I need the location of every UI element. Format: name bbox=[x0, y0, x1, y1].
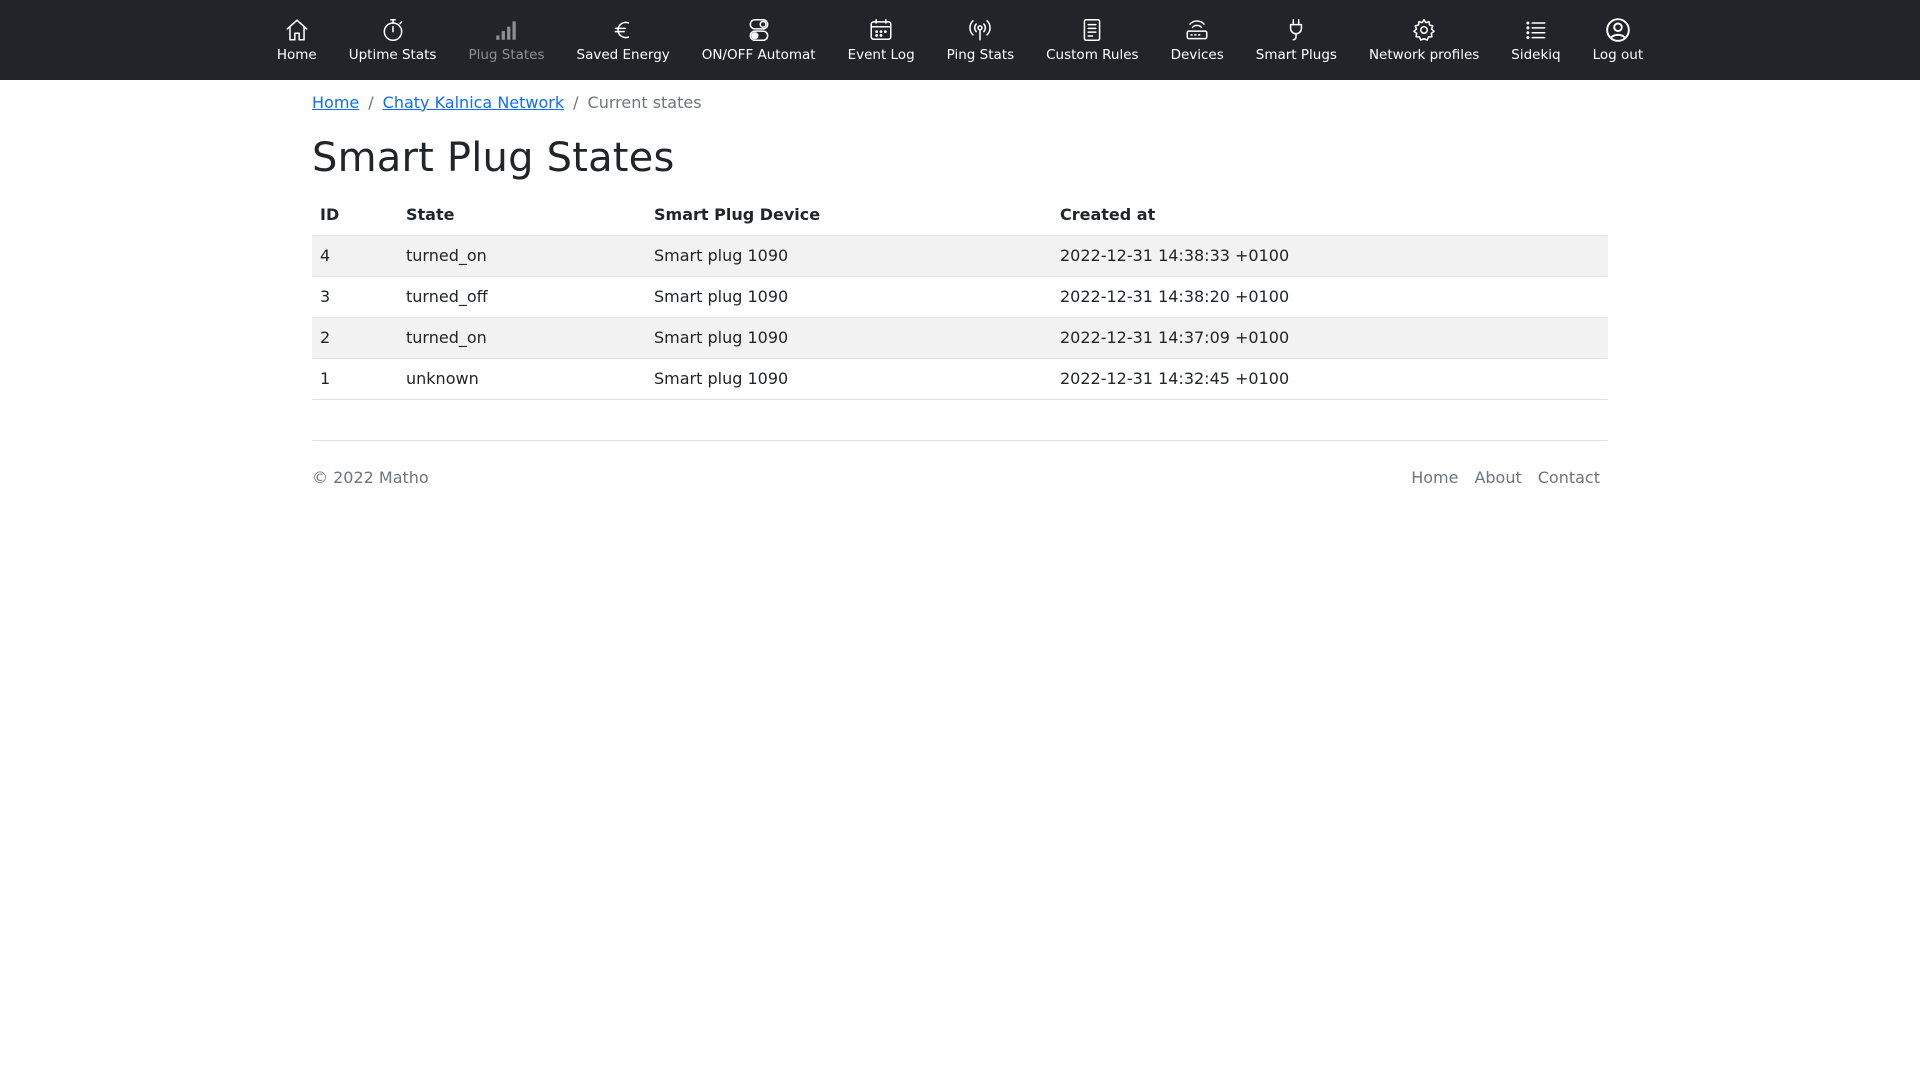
cell-id: 2 bbox=[312, 317, 398, 359]
column-header-device: Smart Plug Device bbox=[646, 194, 1052, 236]
nav-item-label: Plug States bbox=[468, 47, 545, 63]
breadcrumb-home-link[interactable]: Home bbox=[312, 93, 359, 112]
main-content: Home / Chaty Kalnica Network / Current s… bbox=[312, 90, 1608, 487]
column-header-state: State bbox=[398, 194, 646, 236]
nav-item-onoff-automat[interactable]: ON/OFF Automat bbox=[686, 0, 832, 80]
gear-icon bbox=[1411, 17, 1437, 43]
cell-device: Smart plug 1090 bbox=[646, 358, 1052, 400]
nav-item-saved-energy[interactable]: Saved Energy bbox=[561, 0, 686, 80]
nav-item-devices[interactable]: Devices bbox=[1155, 0, 1240, 80]
stopwatch-icon bbox=[380, 17, 406, 43]
cell-state: turned_on bbox=[398, 317, 646, 359]
table-row: 2 turned_on Smart plug 1090 2022-12-31 1… bbox=[312, 317, 1608, 359]
list-icon bbox=[1523, 17, 1549, 43]
cell-device: Smart plug 1090 bbox=[646, 235, 1052, 277]
nav-item-event-log[interactable]: Event Log bbox=[832, 0, 931, 80]
table-header-row: ID State Smart Plug Device Created at bbox=[312, 194, 1608, 236]
cell-id: 4 bbox=[312, 235, 398, 277]
cell-id: 1 bbox=[312, 358, 398, 400]
nav-list: Home Uptime Stats Plug States Saved Ener… bbox=[0, 0, 1920, 80]
cell-device: Smart plug 1090 bbox=[646, 276, 1052, 318]
breadcrumb-separator: / bbox=[368, 92, 374, 112]
nav-item-label: Smart Plugs bbox=[1255, 47, 1337, 63]
nav-item-home[interactable]: Home bbox=[261, 0, 333, 80]
broadcast-icon bbox=[967, 17, 993, 43]
nav-item-uptime-stats[interactable]: Uptime Stats bbox=[333, 0, 453, 80]
cell-created-at: 2022-12-31 14:32:45 +0100 bbox=[1052, 358, 1608, 400]
calendar-icon bbox=[868, 17, 894, 43]
column-header-created-at: Created at bbox=[1052, 194, 1608, 236]
table-row: 3 turned_off Smart plug 1090 2022-12-31 … bbox=[312, 276, 1608, 318]
router-icon bbox=[1184, 17, 1210, 43]
cell-state: turned_on bbox=[398, 235, 646, 277]
breadcrumb-separator: / bbox=[573, 92, 579, 112]
table-row: 4 turned_on Smart plug 1090 2022-12-31 1… bbox=[312, 235, 1608, 277]
cell-created-at: 2022-12-31 14:38:33 +0100 bbox=[1052, 235, 1608, 277]
cell-created-at: 2022-12-31 14:37:09 +0100 bbox=[1052, 317, 1608, 359]
nav-item-label: Log out bbox=[1592, 47, 1644, 63]
plug-states-table: ID State Smart Plug Device Created at 4 … bbox=[312, 194, 1608, 400]
nav-item-label: ON/OFF Automat bbox=[701, 47, 816, 63]
footer-links: Home About Contact bbox=[1403, 468, 1608, 487]
cell-state: turned_off bbox=[398, 276, 646, 318]
nav-item-label: Custom Rules bbox=[1046, 47, 1139, 63]
nav-item-label: Uptime Stats bbox=[348, 47, 437, 63]
nav-item-plug-states: Plug States bbox=[452, 0, 560, 80]
nav-item-label: Sidekiq bbox=[1511, 47, 1561, 63]
table-row: 1 unknown Smart plug 1090 2022-12-31 14:… bbox=[312, 358, 1608, 400]
nav-item-ping-stats[interactable]: Ping Stats bbox=[931, 0, 1030, 80]
breadcrumb: Home / Chaty Kalnica Network / Current s… bbox=[312, 90, 1608, 114]
signal-bars-icon bbox=[493, 17, 519, 43]
top-navbar: Home Uptime Stats Plug States Saved Ener… bbox=[0, 0, 1920, 80]
footer-contact-link[interactable]: Contact bbox=[1530, 468, 1608, 487]
cell-state: unknown bbox=[398, 358, 646, 400]
footer-home-link[interactable]: Home bbox=[1403, 468, 1466, 487]
nav-item-label: Devices bbox=[1170, 47, 1224, 63]
cell-id: 3 bbox=[312, 276, 398, 318]
nav-item-label: Home bbox=[276, 47, 317, 63]
page-footer: © 2022 Matho Home About Contact bbox=[312, 439, 1608, 487]
cell-created-at: 2022-12-31 14:38:20 +0100 bbox=[1052, 276, 1608, 318]
breadcrumb-network-link[interactable]: Chaty Kalnica Network bbox=[383, 93, 564, 112]
toggles-icon bbox=[746, 17, 772, 43]
footer-about-link[interactable]: About bbox=[1466, 468, 1529, 487]
document-icon bbox=[1079, 17, 1105, 43]
nav-item-log-out[interactable]: Log out bbox=[1577, 0, 1660, 80]
plug-icon bbox=[1283, 17, 1309, 43]
nav-item-label: Saved Energy bbox=[576, 47, 670, 63]
cell-device: Smart plug 1090 bbox=[646, 317, 1052, 359]
nav-item-label: Ping Stats bbox=[946, 47, 1015, 63]
house-icon bbox=[284, 17, 310, 43]
page-title: Smart Plug States bbox=[312, 135, 675, 181]
nav-item-smart-plugs[interactable]: Smart Plugs bbox=[1240, 0, 1353, 80]
nav-item-custom-rules[interactable]: Custom Rules bbox=[1030, 0, 1154, 80]
column-header-id: ID bbox=[312, 194, 398, 236]
nav-item-network-profiles[interactable]: Network profiles bbox=[1353, 0, 1495, 80]
nav-item-sidekiq[interactable]: Sidekiq bbox=[1495, 0, 1576, 80]
nav-item-label: Event Log bbox=[847, 47, 915, 63]
nav-item-label: Network profiles bbox=[1368, 47, 1480, 63]
breadcrumb-current: Current states bbox=[587, 92, 702, 112]
user-circle-icon bbox=[1605, 17, 1631, 43]
footer-copyright: © 2022 Matho bbox=[312, 467, 429, 487]
euro-icon bbox=[610, 17, 636, 43]
